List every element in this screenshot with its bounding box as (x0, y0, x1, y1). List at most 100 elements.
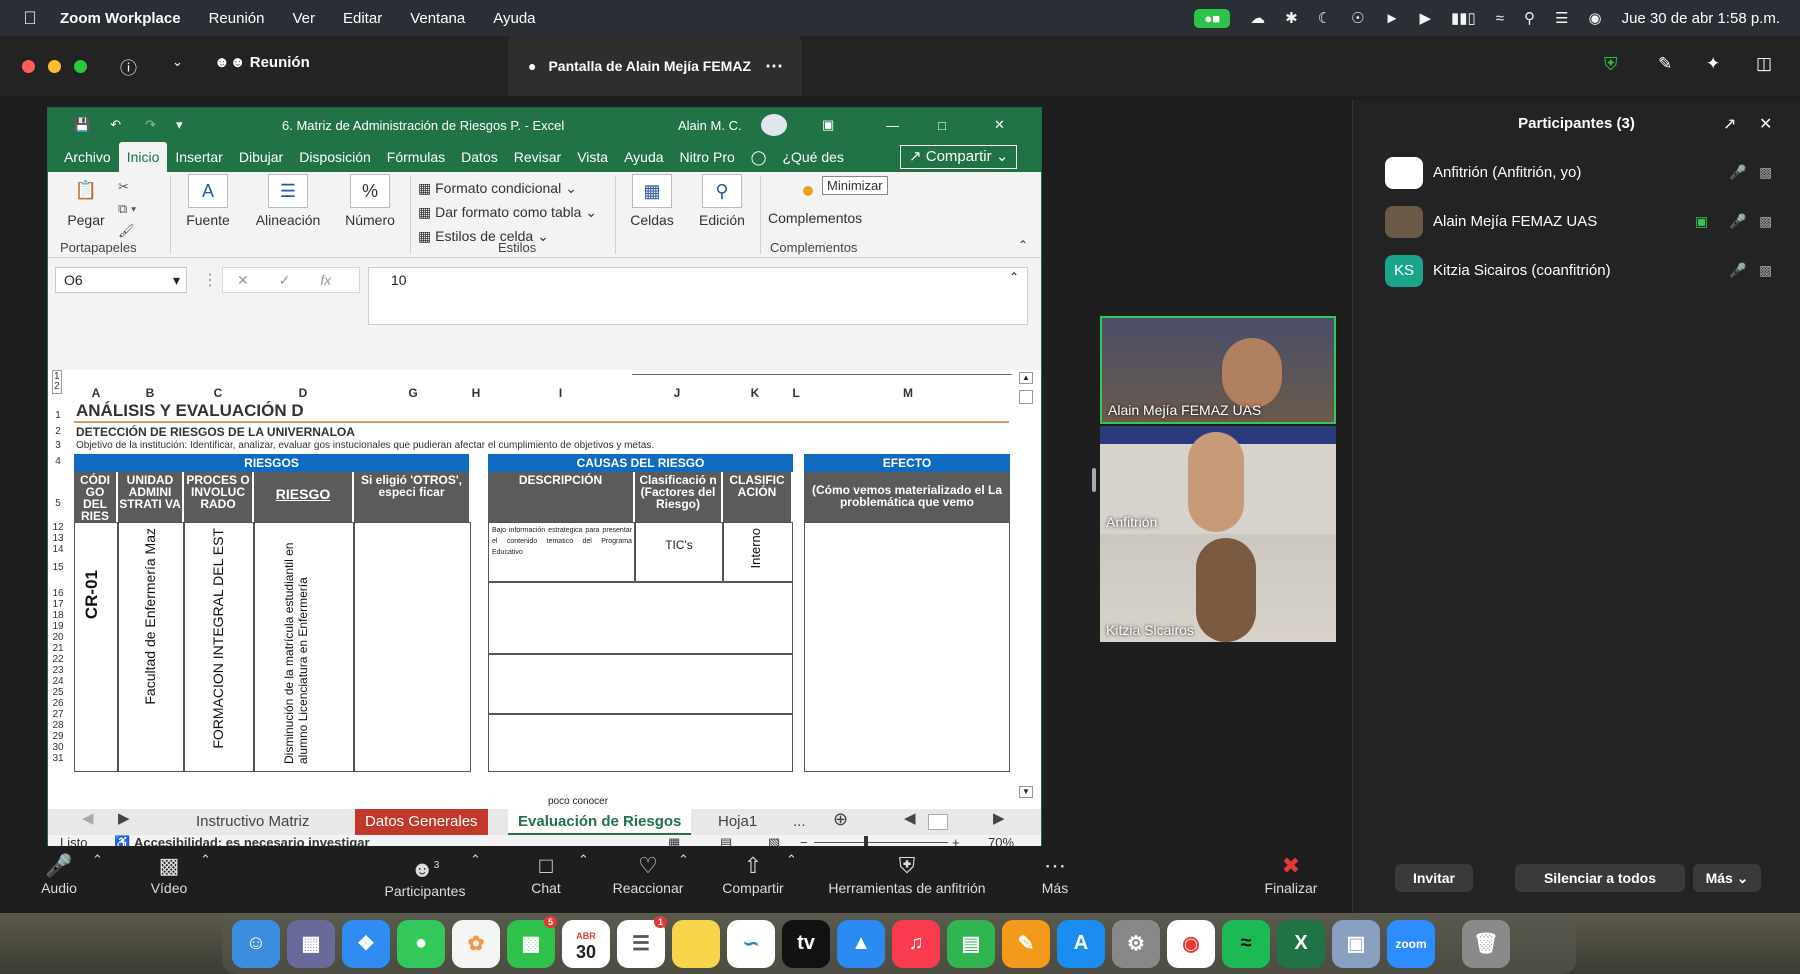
participant-row[interactable]: KS Kitzia Sicairos (coanfitrión) 🎤 ▩ (1353, 246, 1800, 295)
participants-options-icon[interactable]: ⌃ (470, 852, 481, 868)
cells-button[interactable]: ▦ Celdas (622, 174, 682, 228)
row-header[interactable]: 13 (48, 533, 68, 544)
row-header[interactable]: 19 (48, 621, 68, 632)
row-header[interactable]: 4 (48, 456, 68, 467)
cell-efecto[interactable] (804, 522, 1010, 772)
apple-icon[interactable]:  (0, 8, 60, 29)
col-header-g[interactable]: G (353, 386, 473, 400)
row-header[interactable]: 28 (48, 720, 68, 731)
paste-button[interactable]: 📋 Pegar (62, 174, 110, 228)
siri-icon[interactable]: ◉ (1588, 9, 1601, 27)
cell-clasificacion-factores[interactable] (635, 522, 723, 582)
safari-icon[interactable]: ❖ (342, 919, 390, 968)
music-icon[interactable]: ♫ (892, 919, 940, 968)
row-header[interactable]: 26 (48, 698, 68, 709)
sheet-tab-evaluacion[interactable]: Evaluación de Riesgos (508, 809, 692, 835)
end-meeting-button[interactable]: ✖ Finalizar (1260, 852, 1322, 896)
pop-out-icon[interactable]: ↗ (1723, 114, 1736, 134)
menu-ventana[interactable]: Ventana (410, 10, 465, 27)
ribbon-display-icon[interactable]: ▣ (822, 117, 834, 133)
row-header[interactable]: 5 (48, 498, 68, 509)
sheet-tab-hoja1[interactable]: Hoja1 (708, 809, 767, 835)
tell-me-input[interactable]: ¿Qué des (774, 142, 851, 172)
chat-options-icon[interactable]: ⌃ (578, 852, 589, 868)
sheet-tab-instructivo[interactable]: Instructivo Matriz (186, 809, 319, 835)
more-button[interactable]: ⋯ Más (1036, 852, 1074, 896)
camera-icon[interactable]: ▩ (1759, 164, 1772, 181)
microphone-icon[interactable]: 🎤 (1729, 262, 1746, 279)
zoom-app-icon[interactable]: zoom (1387, 919, 1435, 968)
scroll-up-icon[interactable]: ▲ (1019, 372, 1033, 384)
chat-button[interactable]: □ Chat (526, 852, 566, 896)
editing-button[interactable]: ⚲ Edición (692, 174, 752, 228)
share-options-icon[interactable]: ⌃ (786, 852, 797, 868)
cell-codigo[interactable] (74, 522, 118, 772)
table-format-button[interactable]: ▦ Dar formato como tabla ⌄ (418, 200, 597, 224)
messages-icon[interactable]: ● (397, 919, 445, 968)
screen-share-tab[interactable]: ● Pantalla de Alain Mejía FEMAZ ⋯ (508, 36, 802, 96)
finder-icon[interactable]: ☺ (232, 919, 280, 968)
row-header[interactable]: 30 (48, 742, 68, 753)
system-settings-icon[interactable]: ⚙ (1112, 919, 1160, 968)
lightbulb-icon[interactable]: ◯ (743, 142, 775, 172)
excel-icon[interactable]: X (1277, 919, 1325, 968)
menu-reunion[interactable]: Reunión (209, 10, 265, 27)
pencil-icon[interactable]: ✎ (1658, 54, 1672, 74)
row-header[interactable]: 27 (48, 709, 68, 720)
close-window-button[interactable] (22, 60, 35, 73)
video-button[interactable]: ▩ Vídeo (146, 852, 192, 896)
cell-otros[interactable] (354, 522, 471, 772)
row-header[interactable]: 31 (48, 753, 68, 764)
video-tile-host[interactable]: Anfitrión (1100, 426, 1336, 534)
tab-formulas[interactable]: Fórmulas (379, 142, 453, 172)
row-header[interactable]: 29 (48, 731, 68, 742)
cancel-icon[interactable]: ✕ (237, 272, 249, 288)
scroll-right-icon[interactable]: ▶ (993, 809, 1005, 827)
sparkle-icon[interactable]: ✦ (1706, 54, 1720, 74)
format-painter-icon[interactable]: 🖌 (118, 220, 136, 242)
excel-share-button[interactable]: ↗ Compartir ⌄ (900, 145, 1018, 169)
tab-revisar[interactable]: Revisar (506, 142, 569, 172)
airpods-icon[interactable]: ► (1385, 10, 1400, 27)
col-header-b[interactable]: B (118, 386, 182, 400)
chevron-down-icon[interactable]: ⌄ (172, 54, 183, 70)
reminders-icon[interactable]: ☰ 1 (617, 915, 667, 968)
cell-block-2[interactable] (488, 582, 793, 654)
search-icon[interactable]: ⚲ (1524, 9, 1535, 27)
col-header-i[interactable]: I (488, 386, 633, 400)
outline-levels[interactable]: 12 (52, 370, 62, 394)
invite-button[interactable]: Invitar (1395, 864, 1473, 892)
resize-handle[interactable] (1092, 468, 1096, 492)
zoom-slider[interactable] (814, 842, 948, 843)
undo-icon[interactable]: ↶ (110, 117, 121, 133)
cell-block-4[interactable] (488, 714, 793, 772)
row-header[interactable]: 16 (48, 588, 68, 599)
audio-button[interactable]: 🎤 Audio (36, 852, 82, 896)
row-header[interactable]: 1 (48, 410, 68, 421)
copy-icon[interactable]: ⧉ ▾ (118, 198, 136, 220)
cut-icon[interactable]: ✂ (118, 176, 136, 198)
sheet-tab-datos-generales[interactable]: Datos Generales (355, 809, 488, 835)
control-center-icon[interactable]: ☰ (1555, 9, 1568, 27)
react-button[interactable]: ♡ Reaccionar (608, 852, 688, 896)
col-header-m[interactable]: M (808, 386, 1008, 400)
col-header-l[interactable]: L (789, 386, 803, 400)
video-tile-kitzia[interactable]: Kitzia Sicairos (1100, 534, 1336, 642)
name-box[interactable]: O6 ▾ (55, 267, 187, 293)
add-sheet-icon[interactable]: ⊕ (833, 809, 848, 830)
insert-function-icon[interactable]: fx (320, 272, 331, 288)
moon-icon[interactable]: ☾ (1318, 9, 1331, 27)
video-options-icon[interactable]: ⌃ (200, 852, 211, 868)
alignment-button[interactable]: ☰ Alineación (248, 174, 328, 228)
app-store-icon[interactable]: A (1057, 919, 1105, 968)
battery-icon[interactable]: ▮▮▯ (1451, 9, 1476, 27)
row-header[interactable]: 21 (48, 643, 68, 654)
facetime-icon[interactable]: ▩ 5 (507, 915, 557, 968)
info-icon[interactable]: ⓘ (120, 54, 137, 79)
menu-ayuda[interactable]: Ayuda (493, 10, 535, 27)
save-icon[interactable]: 💾 (74, 117, 90, 133)
customize-icon[interactable]: ▾ (176, 117, 183, 133)
pages-icon[interactable]: ✎ (1002, 919, 1050, 968)
addins-button[interactable]: Complementos (768, 210, 862, 226)
row-header[interactable]: 15 (48, 562, 68, 573)
